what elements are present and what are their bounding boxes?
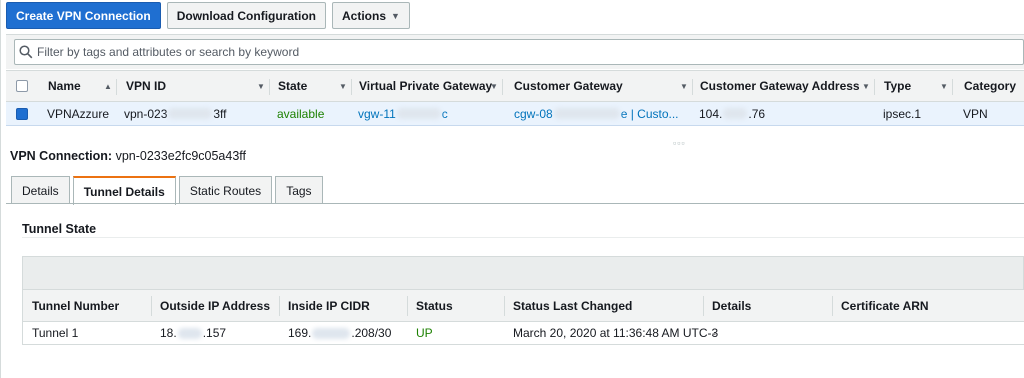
sort-caret-icon: ▼ xyxy=(490,82,498,91)
redacted-blur xyxy=(168,108,213,119)
col-category[interactable]: Category xyxy=(957,71,1024,101)
vpn-connections-page: Create VPN Connection Download Configura… xyxy=(0,0,1024,378)
cell-certificate-arn xyxy=(832,322,841,344)
cell-name: VPNAzzure xyxy=(47,106,110,121)
redacted-blur xyxy=(723,108,748,119)
sort-caret-icon: ▼ xyxy=(862,82,870,91)
cell-inside-cidr: 169. .208/30 xyxy=(288,326,392,340)
cell-tunnel-number: Tunnel 1 xyxy=(32,326,79,340)
col-tunnel-number[interactable]: Tunnel Number xyxy=(23,290,119,321)
cell-customer-gateway-address: 104. .76 xyxy=(699,106,766,121)
caret-down-icon: ▼ xyxy=(391,10,400,21)
tunnel-state-heading: Tunnel State xyxy=(22,222,97,236)
col-status[interactable]: Status xyxy=(407,290,453,321)
cell-customer-gateway[interactable]: cgw-08 e | Custo... xyxy=(514,102,679,125)
section-divider xyxy=(22,237,1024,238)
column-divider xyxy=(269,79,270,95)
row-select-cell[interactable] xyxy=(16,102,28,125)
col-outside-ip-address[interactable]: Outside IP Address xyxy=(151,290,270,321)
cell-status-last-changed: March 20, 2020 at 11:36:48 AM UTC-3 xyxy=(513,326,719,340)
tab-tunnel-details[interactable]: Tunnel Details xyxy=(72,176,176,205)
col-customer-gateway[interactable]: Customer Gateway xyxy=(507,71,692,101)
row-checkbox[interactable] xyxy=(16,107,28,120)
redacted-blur xyxy=(396,108,441,119)
download-configuration-button[interactable]: Download Configuration xyxy=(166,2,327,29)
sort-caret-icon: ▼ xyxy=(339,82,347,91)
cell-outside-ip: 18. .157 xyxy=(160,326,227,340)
toolbar: Create VPN Connection Download Configura… xyxy=(6,2,410,30)
redacted-blur xyxy=(553,108,620,119)
sort-caret-icon: ▼ xyxy=(680,82,688,91)
detail-tabs: Details Tunnel Details Static Routes Tag… xyxy=(11,176,323,205)
cell-status: UP xyxy=(416,326,433,340)
resize-handle-icon[interactable]: ▫▫▫ xyxy=(673,138,686,148)
create-vpn-connection-button[interactable]: Create VPN Connection xyxy=(6,2,161,29)
cell-state: available xyxy=(277,106,325,121)
cell-category: VPN xyxy=(963,106,988,121)
create-vpn-connection-label: Create VPN Connection xyxy=(16,8,151,23)
column-divider xyxy=(952,79,953,95)
column-divider xyxy=(874,79,875,95)
sort-asc-icon: ▲ xyxy=(104,82,112,91)
table-row[interactable]: Tunnel 1 18. .157 169. .208/30 UP March 20… xyxy=(22,322,1024,345)
cell-type: ipsec.1 xyxy=(883,106,922,121)
vpn-connection-id: vpn-0233e2fc9c05a43ff xyxy=(115,149,247,163)
sort-caret-icon: ▼ xyxy=(257,82,265,91)
table-row[interactable]: VPNAzzure vpn-023 3ff available vgw-11 c c… xyxy=(6,102,1024,126)
actions-label: Actions xyxy=(342,8,387,23)
select-all-checkbox[interactable] xyxy=(16,80,28,92)
search-input[interactable] xyxy=(37,41,1023,63)
search-icon xyxy=(15,40,37,64)
vpn-table-header: Name ▲ VPN ID ▼ State ▼ Virtual Private … xyxy=(6,70,1024,102)
tab-tags[interactable]: Tags xyxy=(275,176,323,204)
select-all-cell[interactable] xyxy=(16,71,28,101)
col-certificate-arn[interactable]: Certificate ARN xyxy=(832,290,929,321)
redacted-blur xyxy=(177,327,202,339)
column-divider xyxy=(502,79,503,95)
cell-details: - xyxy=(712,326,716,340)
vpn-connection-title: VPN Connection: vpn-0233e2fc9c05a43ff xyxy=(10,149,246,163)
column-divider xyxy=(116,79,117,95)
col-details[interactable]: Details xyxy=(703,290,751,321)
download-configuration-label: Download Configuration xyxy=(176,8,317,23)
tabs-divider xyxy=(6,203,1024,204)
cell-virtual-private-gateway[interactable]: vgw-11 c xyxy=(358,102,448,125)
vpn-connection-label: VPN Connection: xyxy=(10,149,113,163)
actions-button[interactable]: Actions ▼ xyxy=(332,2,410,29)
cell-vpn-id: vpn-023 3ff xyxy=(124,106,227,121)
tab-static-routes[interactable]: Static Routes xyxy=(178,176,273,204)
tab-details[interactable]: Details xyxy=(11,176,70,204)
search-box[interactable] xyxy=(14,39,1024,65)
col-virtual-private-gateway[interactable]: Virtual Private Gateway xyxy=(352,71,502,101)
col-customer-gateway-address[interactable]: Customer Gateway Address xyxy=(693,71,873,101)
tunnel-table-toolbar xyxy=(22,256,1024,290)
sort-caret-icon: ▼ xyxy=(940,82,948,91)
tunnel-table-header: Tunnel Number Outside IP Address Inside … xyxy=(22,290,1024,322)
col-inside-ip-cidr[interactable]: Inside IP CIDR xyxy=(279,290,370,321)
redacted-blur xyxy=(312,327,351,339)
filter-bar xyxy=(6,34,1024,69)
col-status-last-changed[interactable]: Status Last Changed xyxy=(504,290,632,321)
col-vpn-id[interactable]: VPN ID xyxy=(119,71,269,101)
